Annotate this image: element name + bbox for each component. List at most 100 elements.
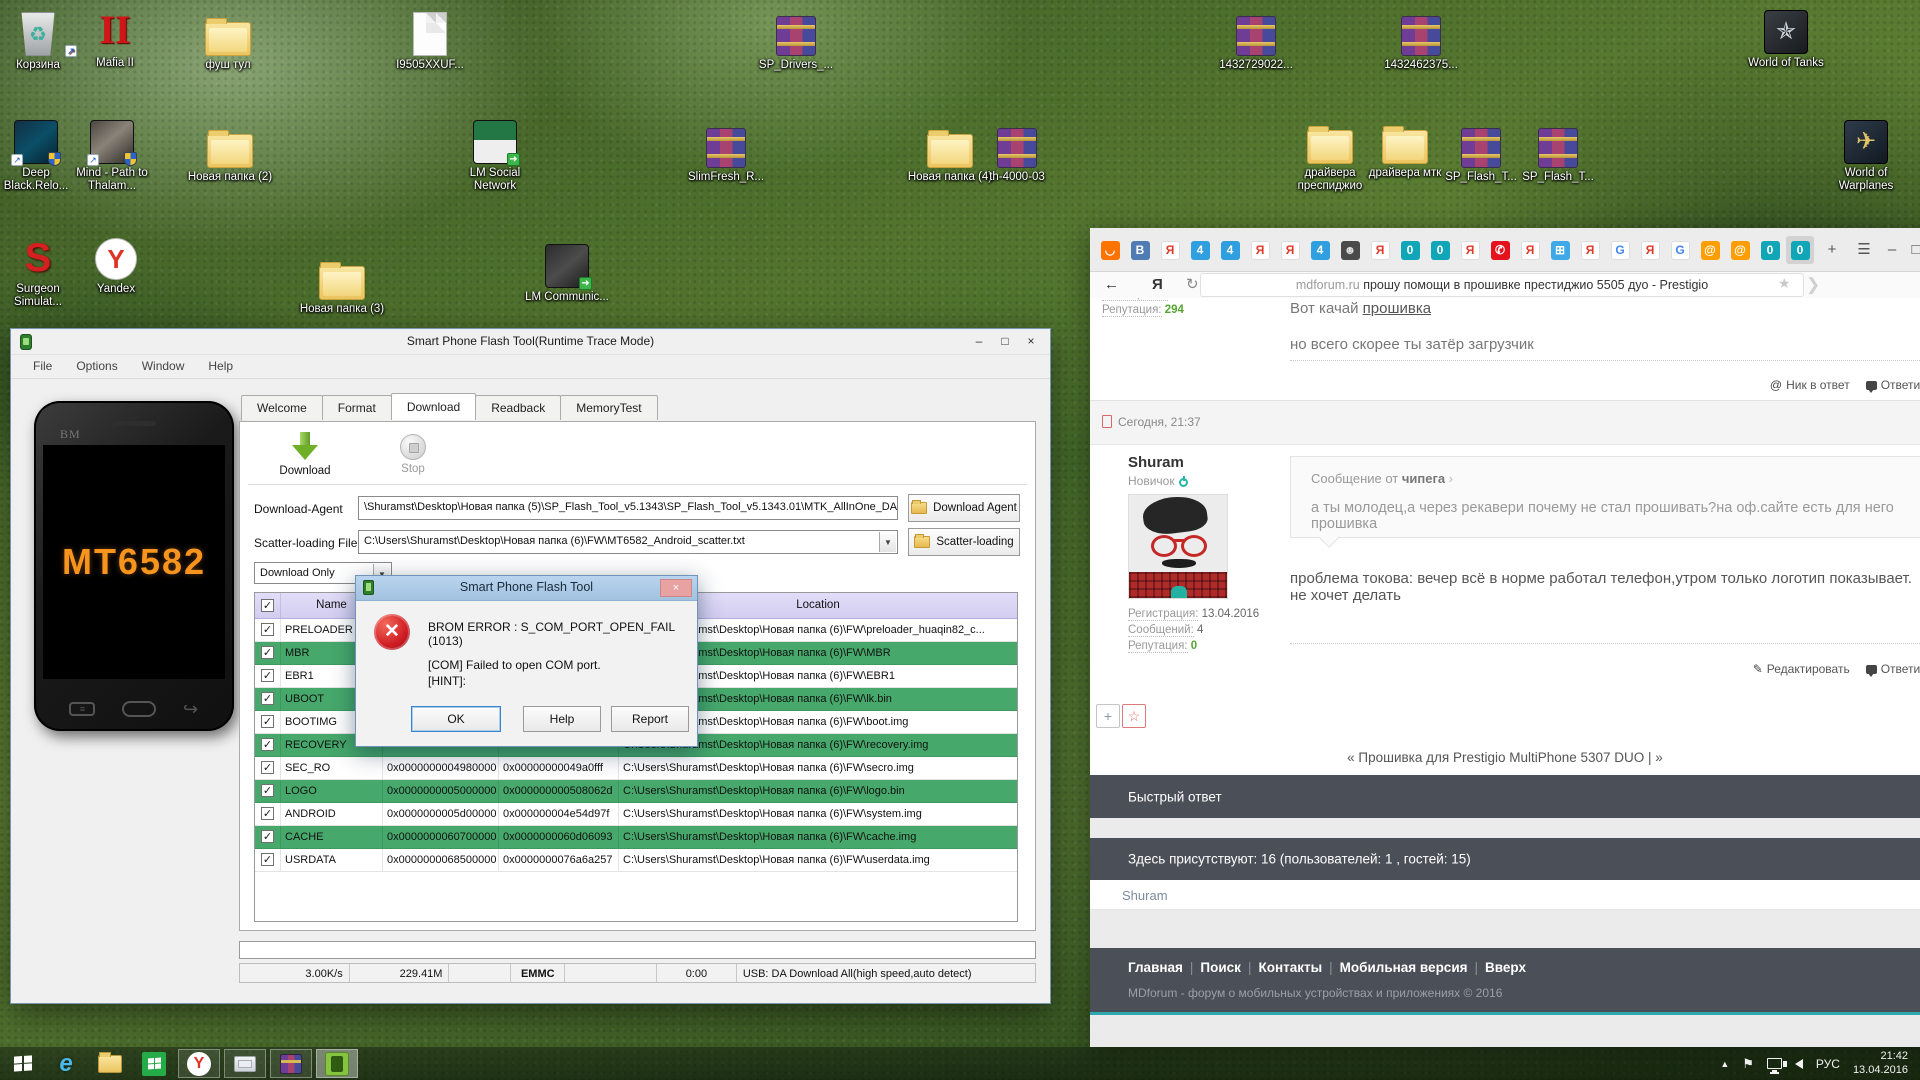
- mts-tab[interactable]: ✆: [1486, 236, 1514, 264]
- quote-author-link[interactable]: чипега: [1402, 471, 1445, 486]
- chevron-down-icon[interactable]: ▼: [879, 532, 896, 552]
- desktop-icon-1432729022-[interactable]: 1432729022...: [1210, 8, 1302, 72]
- prestigio-tab[interactable]: 0: [1426, 236, 1454, 264]
- minimize-button[interactable]: –: [966, 332, 992, 351]
- browser-maximize-button[interactable]: □: [1904, 236, 1920, 264]
- reply-link[interactable]: Ответить: [1881, 662, 1920, 676]
- download-agent-input[interactable]: \Shuramst\Desktop\Новая папка (5)\SP_Fla…: [358, 496, 898, 520]
- quote-expand-icon[interactable]: ›: [1449, 471, 1453, 486]
- translate-tab[interactable]: G: [1606, 236, 1634, 264]
- row-checkbox[interactable]: ✓: [261, 784, 274, 797]
- yandex-button[interactable]: Я: [1152, 272, 1163, 298]
- grid-tab[interactable]: ⊞: [1546, 236, 1574, 264]
- browser-menu-icon[interactable]: ☰: [1852, 236, 1876, 264]
- desktop-icon-slimfresh_r-[interactable]: SlimFresh_R...: [680, 120, 772, 184]
- rate-star-button[interactable]: ☆: [1122, 704, 1146, 728]
- close-button[interactable]: ×: [1018, 332, 1044, 351]
- network-icon[interactable]: [1767, 1058, 1782, 1069]
- new-tab-button[interactable]: +: [1820, 236, 1844, 264]
- sp-flash-tool-icon[interactable]: [316, 1049, 358, 1078]
- speaker-icon[interactable]: [1795, 1059, 1803, 1069]
- browser-minimize-button[interactable]: –: [1880, 236, 1904, 264]
- footer-link-1[interactable]: Поиск: [1200, 960, 1241, 975]
- ok-button[interactable]: OK: [411, 706, 501, 732]
- help-button[interactable]: Help: [523, 706, 601, 732]
- desktop-icon-sp_drivers_-[interactable]: SP_Drivers_...: [750, 8, 842, 72]
- back-icon[interactable]: ←: [1104, 272, 1119, 298]
- language-indicator[interactable]: РУС: [1816, 1057, 1840, 1071]
- prestigio-tab[interactable]: 0: [1756, 236, 1784, 264]
- prestigio-tab[interactable]: 0: [1786, 236, 1814, 264]
- yandex-tab[interactable]: Я: [1246, 236, 1274, 264]
- row-checkbox[interactable]: ✓: [261, 738, 274, 751]
- action-center-flag-icon[interactable]: ⚑: [1742, 1056, 1754, 1072]
- thread-navigation[interactable]: « Прошивка для Prestigio MultiPhone 5307…: [1090, 750, 1920, 765]
- footer-link-2[interactable]: Контакты: [1258, 960, 1322, 975]
- footer-link-0[interactable]: Главная: [1128, 960, 1183, 975]
- desktop-icon-фуш-тул[interactable]: фуш тул: [182, 8, 274, 72]
- footer-link-3[interactable]: Мобильная версия: [1340, 960, 1468, 975]
- prestigio-tab[interactable]: 0: [1396, 236, 1424, 264]
- desktop-icon-i9505xxuf-[interactable]: I9505XXUF...: [384, 8, 476, 72]
- row-checkbox[interactable]: ✓: [261, 761, 274, 774]
- profile-tab[interactable]: ☻: [1336, 236, 1364, 264]
- select-all-checkbox[interactable]: ✓: [261, 599, 274, 612]
- menu-file[interactable]: File: [21, 355, 64, 378]
- row-checkbox[interactable]: ✓: [261, 669, 274, 682]
- table-row[interactable]: ✓USRDATA0x00000000685000000x0000000076a6…: [255, 849, 1017, 872]
- yandex-browser-icon[interactable]: Y: [178, 1049, 220, 1078]
- row-checkbox[interactable]: ✓: [261, 692, 274, 705]
- yandex-tab[interactable]: Я: [1366, 236, 1394, 264]
- menu-help[interactable]: Help: [196, 355, 245, 378]
- 4pda-tab[interactable]: 4: [1186, 236, 1214, 264]
- desktop-icon-world-of-tanks[interactable]: ✯World of Tanks: [1740, 6, 1832, 70]
- address-bar[interactable]: mdforum.ru прошу помощи в прошивке прест…: [1200, 273, 1804, 297]
- yandex-tab[interactable]: Я: [1576, 236, 1604, 264]
- quick-reply-area[interactable]: [1090, 818, 1920, 838]
- reload-icon[interactable]: ↻: [1186, 272, 1199, 298]
- row-checkbox[interactable]: ✓: [261, 830, 274, 843]
- file-explorer-icon[interactable]: [88, 1047, 132, 1080]
- tab-memorytest[interactable]: MemoryTest: [560, 395, 657, 420]
- flash-tool-titlebar[interactable]: Smart Phone Flash Tool(Runtime Trace Mod…: [11, 329, 1050, 355]
- task-manager-icon[interactable]: [224, 1049, 266, 1078]
- row-checkbox[interactable]: ✓: [261, 715, 274, 728]
- desktop-icon-yandex[interactable]: YYandex: [70, 232, 162, 296]
- start-button[interactable]: [0, 1047, 44, 1080]
- yandex-tab[interactable]: Я: [1276, 236, 1304, 264]
- vk-tab[interactable]: В: [1126, 236, 1154, 264]
- report-button[interactable]: Report: [611, 706, 689, 732]
- translate-tab[interactable]: G: [1666, 236, 1694, 264]
- desktop-icon-mafia-ii[interactable]: II↗Mafia II: [69, 6, 161, 70]
- windows-store-icon[interactable]: [132, 1047, 176, 1080]
- tab-format[interactable]: Format: [322, 395, 392, 420]
- 4pda-tab[interactable]: 4: [1306, 236, 1334, 264]
- internet-explorer-icon[interactable]: e: [44, 1047, 88, 1080]
- row-checkbox[interactable]: ✓: [261, 853, 274, 866]
- row-checkbox[interactable]: ✓: [261, 623, 274, 636]
- menu-options[interactable]: Options: [64, 355, 129, 378]
- table-row[interactable]: ✓LOGO0x00000000050000000x000000000508062…: [255, 780, 1017, 803]
- scatter-browse-button[interactable]: Scatter-loading: [908, 528, 1020, 556]
- clock[interactable]: 21:42 13.04.2016: [1853, 1050, 1908, 1078]
- table-row[interactable]: ✓ANDROID0x0000000005d000000x000000004e54…: [255, 803, 1017, 826]
- tray-expand-icon[interactable]: ▲: [1720, 1059, 1729, 1069]
- row-checkbox[interactable]: ✓: [261, 646, 274, 659]
- footer-link-4[interactable]: Вверх: [1485, 960, 1526, 975]
- yandex-tab[interactable]: Я: [1636, 236, 1664, 264]
- reply-link[interactable]: Ответить: [1881, 378, 1920, 392]
- table-row[interactable]: ✓CACHE0x00000000607000000x0000000060d060…: [255, 826, 1017, 849]
- post2-username[interactable]: Shuram: [1128, 454, 1184, 471]
- firmware-link[interactable]: прошивка: [1363, 300, 1431, 317]
- yandex-tab[interactable]: Я: [1456, 236, 1484, 264]
- winrar-icon[interactable]: [270, 1049, 312, 1078]
- tab-welcome[interactable]: Welcome: [241, 395, 323, 420]
- desktop-icon-lm-communic-[interactable]: ➜LM Communic...: [521, 240, 613, 304]
- avatar[interactable]: [1128, 494, 1228, 599]
- dialog-titlebar[interactable]: Smart Phone Flash Tool ×: [356, 576, 697, 601]
- edit-link[interactable]: Редактировать: [1767, 662, 1850, 676]
- menu-window[interactable]: Window: [130, 355, 197, 378]
- yandex-tab[interactable]: Я: [1516, 236, 1544, 264]
- desktop-icon-sp_flash_t-[interactable]: SP_Flash_T...: [1512, 120, 1604, 184]
- scatter-file-combobox[interactable]: C:\Users\Shuramst\Desktop\Новая папка (6…: [358, 530, 898, 554]
